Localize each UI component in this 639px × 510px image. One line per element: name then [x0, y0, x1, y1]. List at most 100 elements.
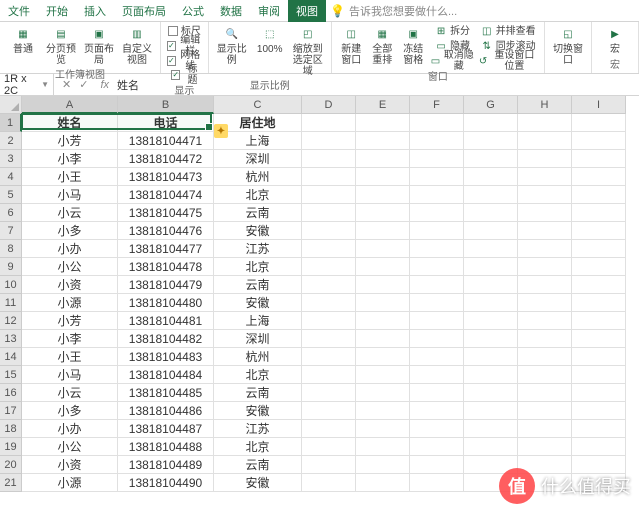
cell[interactable]: 小源 — [22, 474, 118, 492]
col-header-f[interactable]: F — [410, 96, 464, 114]
cell[interactable] — [464, 222, 518, 240]
cell[interactable]: 小资 — [22, 456, 118, 474]
cell[interactable] — [356, 294, 410, 312]
cell[interactable] — [464, 114, 518, 132]
cell[interactable] — [518, 420, 572, 438]
cell[interactable] — [410, 186, 464, 204]
cell[interactable] — [302, 204, 356, 222]
cell[interactable] — [518, 186, 572, 204]
cell[interactable]: 小马 — [22, 186, 118, 204]
cell[interactable]: 13818104478 — [118, 258, 214, 276]
cell[interactable]: 云南 — [214, 276, 302, 294]
cell[interactable]: 13818104485 — [118, 384, 214, 402]
cell[interactable] — [302, 276, 356, 294]
cell[interactable] — [410, 240, 464, 258]
cell[interactable] — [572, 222, 626, 240]
cell[interactable] — [302, 168, 356, 186]
cell[interactable]: 小办 — [22, 420, 118, 438]
cell[interactable] — [302, 456, 356, 474]
cell[interactable] — [356, 222, 410, 240]
cell[interactable] — [356, 168, 410, 186]
cell[interactable] — [572, 150, 626, 168]
row-header[interactable]: 2 — [0, 132, 22, 150]
cell[interactable] — [518, 330, 572, 348]
cell[interactable]: 小公 — [22, 438, 118, 456]
cell[interactable] — [572, 240, 626, 258]
freeze-panes-button[interactable]: ▣冻结窗格 — [400, 24, 427, 66]
cell[interactable] — [410, 402, 464, 420]
cancel-icon[interactable]: ✕ — [62, 78, 71, 91]
cell[interactable] — [356, 186, 410, 204]
cell[interactable] — [572, 276, 626, 294]
cell[interactable] — [518, 438, 572, 456]
cell[interactable] — [410, 366, 464, 384]
cell[interactable]: 小办 — [22, 240, 118, 258]
cell[interactable] — [572, 330, 626, 348]
cell[interactable]: 13818104490 — [118, 474, 214, 492]
row-header[interactable]: 14 — [0, 348, 22, 366]
cell[interactable] — [356, 114, 410, 132]
cell[interactable] — [518, 402, 572, 420]
cell[interactable] — [518, 348, 572, 366]
cell[interactable] — [572, 312, 626, 330]
cell[interactable] — [410, 168, 464, 186]
cell[interactable]: 小源 — [22, 294, 118, 312]
cell[interactable]: 云南 — [214, 204, 302, 222]
cell[interactable] — [356, 420, 410, 438]
tab-file[interactable]: 文件 — [0, 0, 38, 22]
cell[interactable]: 杭州 — [214, 348, 302, 366]
unhide-button[interactable]: ▭取消隐藏 — [431, 54, 475, 68]
col-header-g[interactable]: G — [464, 96, 518, 114]
formula-input[interactable]: 姓名 — [113, 77, 639, 93]
cell[interactable]: 江苏 — [214, 240, 302, 258]
cell[interactable] — [356, 132, 410, 150]
cell[interactable]: 上海 — [214, 312, 302, 330]
cell[interactable] — [518, 150, 572, 168]
cell[interactable] — [410, 222, 464, 240]
cell[interactable]: 北京 — [214, 258, 302, 276]
cell[interactable]: 13818104486 — [118, 402, 214, 420]
cell[interactable]: 小芳 — [22, 312, 118, 330]
cell[interactable] — [464, 348, 518, 366]
cell[interactable] — [356, 240, 410, 258]
cell[interactable] — [356, 204, 410, 222]
cells-area[interactable]: ✦ 姓名电话居住地小芳13818104471上海小李13818104472深圳小… — [22, 114, 626, 492]
cell[interactable] — [356, 384, 410, 402]
confirm-icon[interactable]: ✓ — [79, 78, 88, 91]
cell[interactable] — [302, 186, 356, 204]
cell[interactable] — [302, 420, 356, 438]
cell[interactable]: 13818104487 — [118, 420, 214, 438]
row-header[interactable]: 6 — [0, 204, 22, 222]
cell[interactable]: 13818104488 — [118, 438, 214, 456]
cell[interactable] — [302, 474, 356, 492]
cell[interactable]: 江苏 — [214, 420, 302, 438]
cell[interactable] — [572, 204, 626, 222]
cell[interactable] — [464, 150, 518, 168]
cell[interactable] — [572, 420, 626, 438]
cell[interactable] — [518, 384, 572, 402]
cell[interactable] — [356, 276, 410, 294]
arrange-all-button[interactable]: ▦全部重排 — [369, 24, 396, 66]
cell[interactable] — [464, 438, 518, 456]
cell[interactable] — [302, 366, 356, 384]
macros-button[interactable]: ▶宏 — [598, 24, 632, 55]
cell[interactable]: 云南 — [214, 384, 302, 402]
row-header[interactable]: 15 — [0, 366, 22, 384]
cell[interactable] — [572, 168, 626, 186]
row-header[interactable]: 7 — [0, 222, 22, 240]
cell[interactable] — [356, 312, 410, 330]
cell[interactable]: 姓名 — [22, 114, 118, 132]
cell[interactable]: 13818104476 — [118, 222, 214, 240]
row-header[interactable]: 4 — [0, 168, 22, 186]
row-header[interactable]: 9 — [0, 258, 22, 276]
cell[interactable]: 电话 — [118, 114, 214, 132]
cell[interactable] — [518, 222, 572, 240]
cell[interactable] — [518, 204, 572, 222]
cell[interactable] — [302, 438, 356, 456]
row-header[interactable]: 18 — [0, 420, 22, 438]
normal-view-button[interactable]: ▦普通 — [6, 24, 40, 55]
cell[interactable] — [356, 438, 410, 456]
cell[interactable] — [464, 366, 518, 384]
cell[interactable] — [356, 474, 410, 492]
zoom-button[interactable]: 🔍显示比例 — [215, 24, 249, 66]
